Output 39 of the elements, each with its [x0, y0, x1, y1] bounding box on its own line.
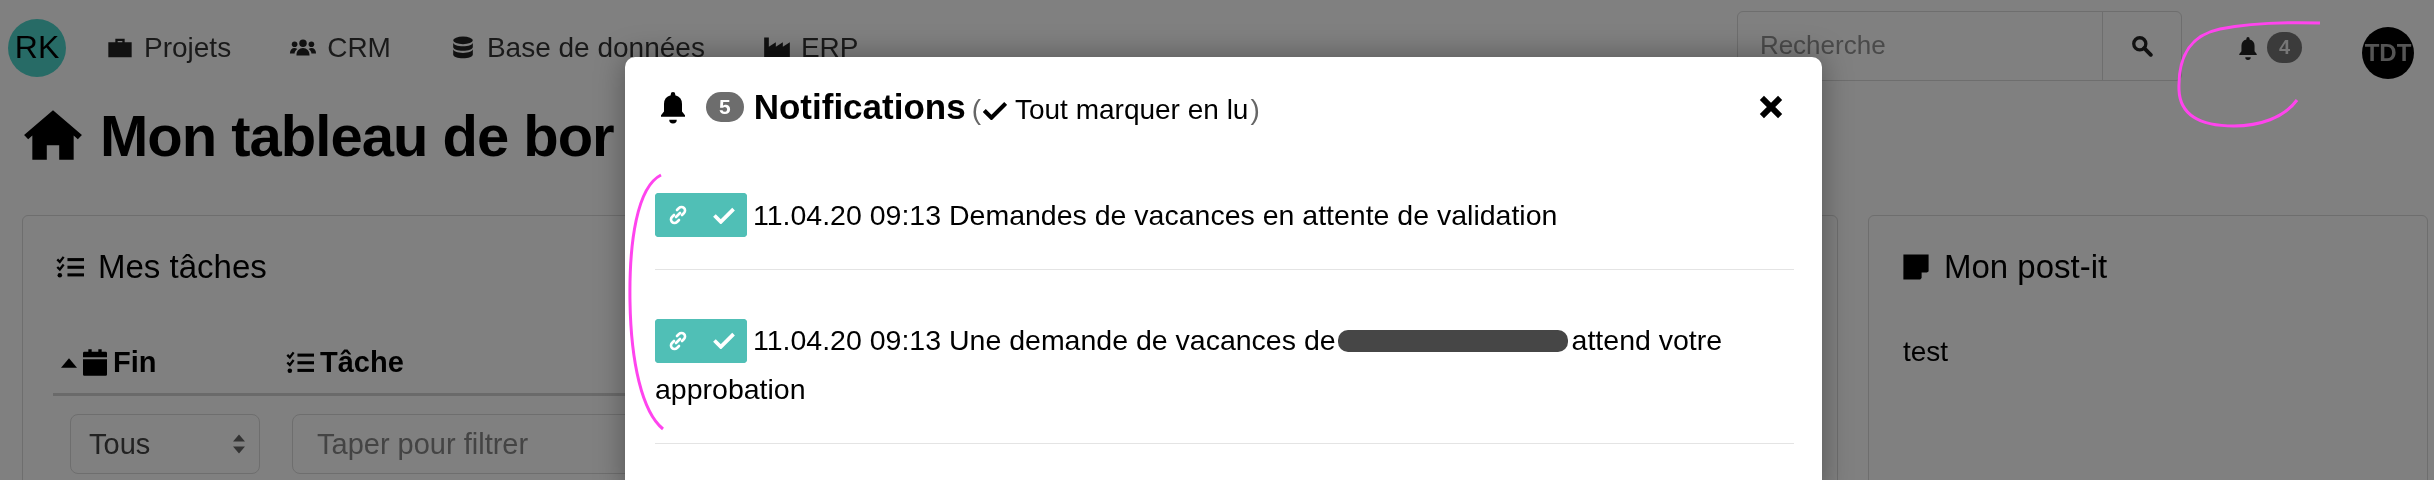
user-avatar[interactable]: TDT [2362, 26, 2414, 79]
parenthesis: ( [971, 94, 981, 126]
dialog-title: Notifications [753, 87, 966, 127]
notification-count: 4 [2266, 32, 2302, 63]
calendar-icon [83, 349, 107, 376]
column-header[interactable]: Tâche [286, 346, 404, 379]
postit-text: test [1903, 336, 1950, 368]
column-header[interactable]: Fin [53, 346, 286, 379]
checklist-icon [286, 351, 314, 374]
parenthesis: ) [1250, 94, 1260, 126]
notification-text: attend votre [1571, 324, 1723, 357]
card-title: Mes tâches [98, 248, 267, 286]
checklist-icon [56, 255, 84, 279]
check-icon [713, 206, 735, 224]
select-arrows-icon [233, 433, 245, 455]
bell-icon [658, 90, 688, 124]
user-avatar[interactable]: RK [8, 18, 66, 77]
page-title: Mon tableau de bor [100, 101, 614, 169]
status-select[interactable]: Tous [70, 414, 260, 474]
check-icon [982, 100, 1007, 120]
factory-icon [762, 35, 791, 60]
close-icon[interactable] [1758, 94, 1784, 120]
link-icon [668, 205, 688, 226]
nav-link[interactable]: Base de données [448, 31, 705, 64]
notification-text: 11.04.20 09:13 Une demande de vacances de [753, 324, 1336, 357]
sticky-note-icon [1902, 253, 1930, 281]
nav-link[interactable]: CRM [289, 31, 391, 64]
nav-link[interactable]: ERP [762, 31, 859, 64]
search-icon [2130, 34, 2153, 57]
bell-icon[interactable] [2236, 35, 2259, 60]
check-icon [713, 332, 735, 350]
notification-text: approbation [655, 372, 806, 405]
home-icon [22, 108, 84, 162]
notification-text: 11.04.20 09:13 Demandes de vacances en attente de validation [753, 199, 1558, 232]
nav-link[interactable]: Projets [106, 31, 232, 64]
mark-all-read-link[interactable]: Tout marquer en lu [982, 94, 1249, 126]
notification-count: 5 [706, 92, 744, 122]
link-icon [668, 330, 688, 351]
card-title: Mon post-it [1944, 248, 2108, 286]
